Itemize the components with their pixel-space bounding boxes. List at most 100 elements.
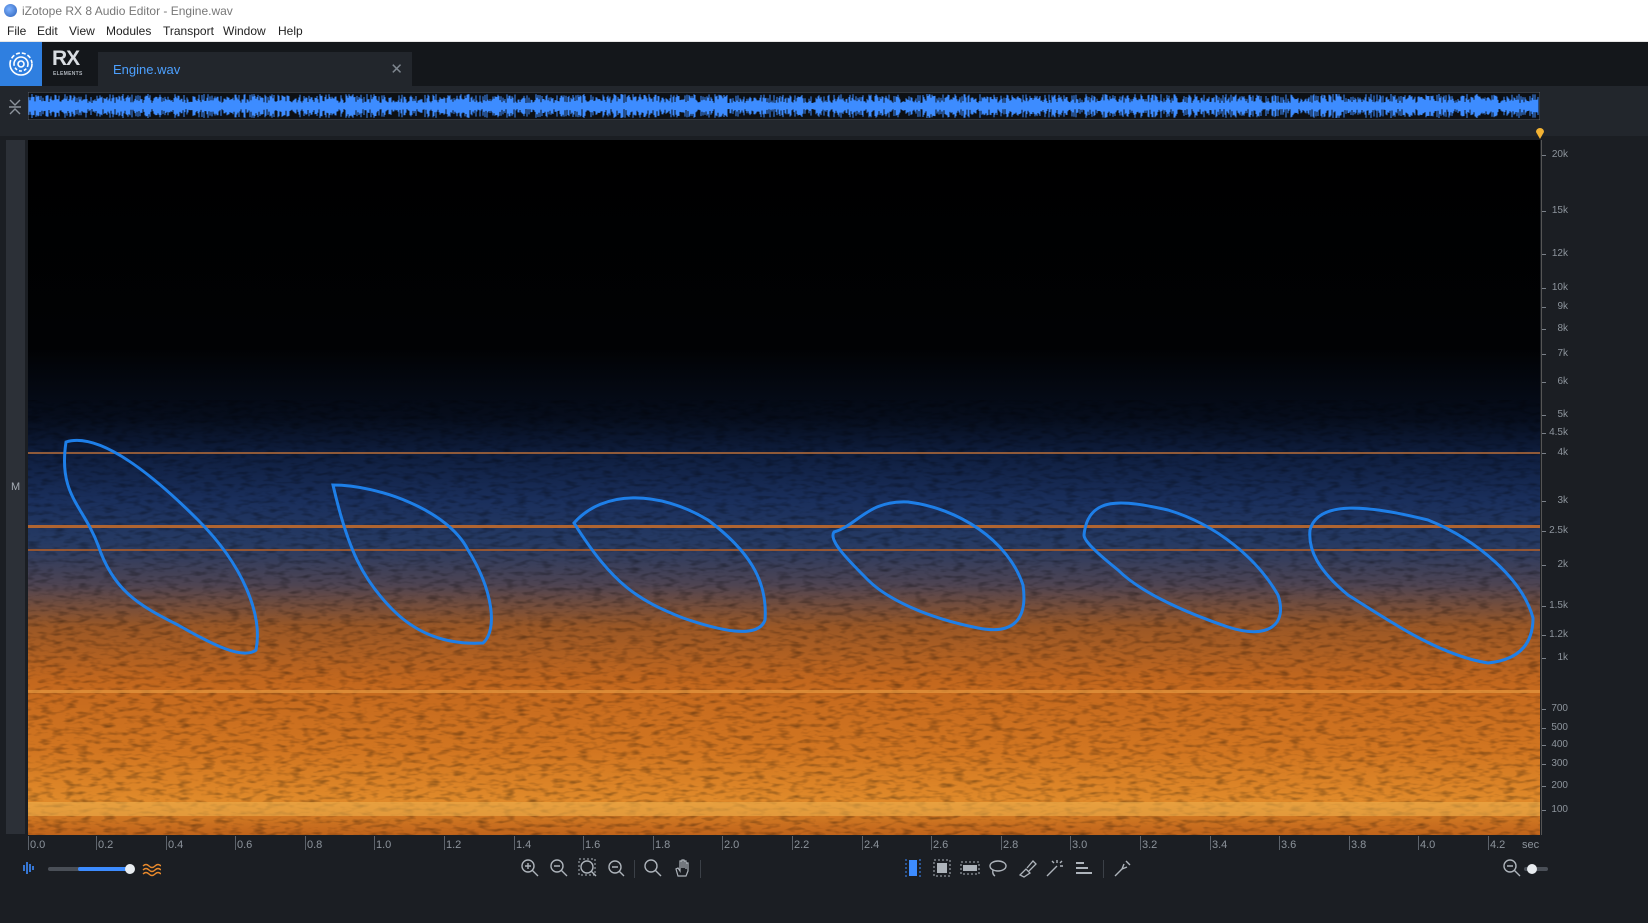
time-selection-tool-icon[interactable] xyxy=(903,858,923,878)
low-frequency-band xyxy=(28,802,1540,816)
tab-label: Engine.wav xyxy=(113,62,181,77)
toolbar-separator xyxy=(700,860,701,878)
freq-tick xyxy=(1542,635,1546,636)
time-tick xyxy=(1140,836,1141,850)
zoom-tool-icon[interactable] xyxy=(643,858,663,878)
time-label: 1.4 xyxy=(516,839,532,851)
time-frequency-selection-icon[interactable] xyxy=(932,858,952,878)
frequency-zoom-out-icon[interactable] xyxy=(1502,858,1522,878)
freq-tick xyxy=(1542,501,1546,502)
channel-label: M xyxy=(11,481,21,493)
spectrogram-opacity-slider[interactable] xyxy=(48,862,138,876)
time-label: 3.6 xyxy=(1281,839,1297,851)
time-tick xyxy=(1070,836,1071,850)
freq-label: 500 xyxy=(1551,722,1568,733)
time-tick xyxy=(235,836,236,850)
time-label: 1.0 xyxy=(376,839,392,851)
menu-modules[interactable]: Modules xyxy=(106,24,151,38)
window-title: iZotope RX 8 Audio Editor - Engine.wav xyxy=(22,4,233,18)
freq-tick xyxy=(1542,764,1546,765)
freq-tick xyxy=(1542,453,1546,454)
time-label: 3.0 xyxy=(1072,839,1088,851)
time-tick xyxy=(722,836,723,850)
time-axis: 0.0 0.2 0.4 0.6 0.8 1.0 1.2 1.4 1.6 1.8 … xyxy=(28,836,1568,854)
freq-label: 8k xyxy=(1557,323,1568,334)
freq-label: 1.5k xyxy=(1549,600,1568,611)
freq-tick xyxy=(1542,745,1546,746)
time-tick xyxy=(792,836,793,850)
time-label: 0.8 xyxy=(307,839,323,851)
rx-logo-text: RX xyxy=(52,47,80,70)
freq-tick xyxy=(1542,415,1546,416)
freq-label: 10k xyxy=(1551,282,1568,293)
menu-help[interactable]: Help xyxy=(278,24,303,38)
time-label: 2.2 xyxy=(794,839,810,851)
freq-label: 15k xyxy=(1551,205,1568,216)
harmonic-line xyxy=(28,690,1540,693)
freq-tick xyxy=(1542,288,1546,289)
playhead-marker-icon[interactable] xyxy=(1536,127,1544,139)
freq-label: 700 xyxy=(1551,703,1568,714)
freq-label: 200 xyxy=(1551,780,1568,791)
spectrogram-view-icon[interactable] xyxy=(141,858,161,878)
close-tab-icon[interactable]: ✕ xyxy=(390,60,403,78)
freq-label: 1.2k xyxy=(1549,629,1568,640)
freq-label: 2k xyxy=(1557,559,1568,570)
zoom-fit-icon[interactable] xyxy=(606,858,626,878)
rx-logo-subtitle: ELEMENTS xyxy=(53,71,83,77)
menu-edit[interactable]: Edit xyxy=(37,24,58,38)
menu-window[interactable]: Window xyxy=(223,24,266,38)
time-tick xyxy=(1418,836,1419,850)
menu-file[interactable]: File xyxy=(7,24,26,38)
zoom-selection-icon[interactable] xyxy=(578,858,598,878)
freq-label: 6k xyxy=(1557,376,1568,387)
collapse-icon[interactable] xyxy=(8,96,22,118)
freq-label: 1k xyxy=(1557,652,1568,663)
time-label: 2.8 xyxy=(1003,839,1019,851)
freq-label: 20k xyxy=(1551,149,1568,160)
instant-process-icon[interactable] xyxy=(1112,858,1132,878)
brush-tool-icon[interactable] xyxy=(1017,858,1037,878)
freq-tick xyxy=(1542,565,1546,566)
zoom-out-icon[interactable] xyxy=(549,858,569,878)
frequency-selection-icon[interactable] xyxy=(960,858,980,878)
menu-bar: File Edit View Modules Transport Window … xyxy=(0,22,1648,42)
menu-view[interactable]: View xyxy=(69,24,95,38)
time-label: 4.0 xyxy=(1420,839,1436,851)
channel-strip[interactable]: M xyxy=(6,140,25,834)
lasso-tool-icon[interactable] xyxy=(988,858,1008,878)
waveform-overview[interactable] xyxy=(0,86,1648,136)
time-label: 0.2 xyxy=(98,839,114,851)
spectrogram-view[interactable] xyxy=(28,140,1540,835)
time-label: 3.4 xyxy=(1212,839,1228,851)
freq-label: 100 xyxy=(1551,804,1568,815)
freq-label: 12k xyxy=(1551,248,1568,259)
top-toolbar: RX ELEMENTS Engine.wav ✕ xyxy=(0,42,1648,86)
time-unit-label: sec xyxy=(1522,839,1540,851)
harmonic-selection-icon[interactable] xyxy=(1074,858,1094,878)
freq-label: 2.5k xyxy=(1549,525,1568,536)
time-label: 4.2 xyxy=(1490,839,1506,851)
waveform-view-icon[interactable] xyxy=(18,858,38,878)
freq-label: 4k xyxy=(1557,447,1568,458)
time-tick xyxy=(1001,836,1002,850)
hand-tool-icon[interactable] xyxy=(672,858,692,878)
freq-tick xyxy=(1542,709,1546,710)
zoom-in-icon[interactable] xyxy=(520,858,540,878)
time-tick xyxy=(374,836,375,850)
time-tick xyxy=(1279,836,1280,850)
menu-transport[interactable]: Transport xyxy=(163,24,214,38)
time-tick xyxy=(931,836,932,850)
izotope-logo-button[interactable] xyxy=(0,42,42,86)
freq-tick xyxy=(1542,658,1546,659)
frequency-zoom-slider[interactable] xyxy=(1524,862,1548,876)
magic-wand-icon[interactable] xyxy=(1045,858,1065,878)
freq-tick xyxy=(1542,606,1546,607)
freq-tick xyxy=(1542,254,1546,255)
time-label: 1.8 xyxy=(655,839,671,851)
freq-label: 9k xyxy=(1557,301,1568,312)
time-label: 1.6 xyxy=(585,839,601,851)
tab-engine-wav[interactable]: Engine.wav ✕ xyxy=(98,52,412,86)
freq-label: 400 xyxy=(1551,739,1568,750)
freq-tick xyxy=(1542,211,1546,212)
